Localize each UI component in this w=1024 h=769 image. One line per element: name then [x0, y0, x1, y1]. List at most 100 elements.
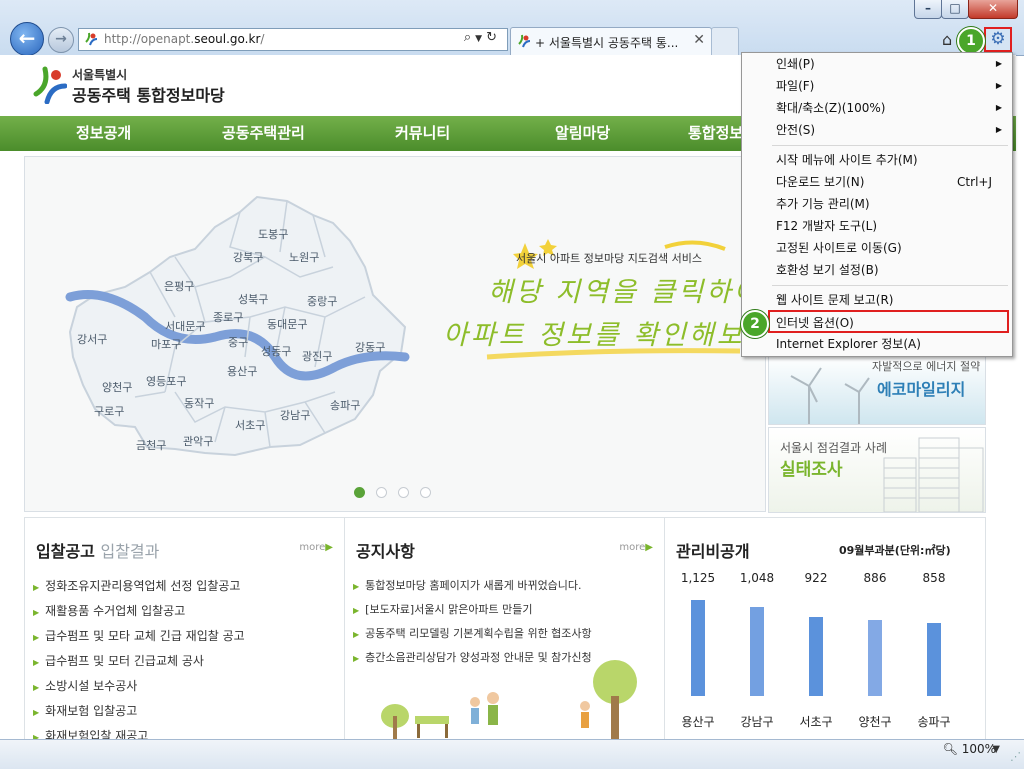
slide-dot-4[interactable] [420, 487, 431, 498]
menu-item-compat-view[interactable]: 호환성 보기 설정(B) [742, 259, 1012, 281]
district-label[interactable]: 도봉구 [258, 228, 288, 241]
home-icon[interactable]: ⌂ [942, 30, 952, 49]
refresh-icon[interactable]: ↻ [486, 30, 501, 45]
list-item-text[interactable]: 통합정보마당 홈페이지가 새롭게 바뀌었습니다. [365, 579, 581, 592]
list-item-text[interactable]: 공동주택 리모델링 기본계획수립을 위한 협조사항 [365, 627, 592, 640]
slide-dot-2[interactable] [376, 487, 387, 498]
back-button[interactable]: ← [10, 22, 44, 56]
district-label[interactable]: 은평구 [164, 280, 194, 293]
menu-item-go-to-pinned[interactable]: 고정된 사이트로 이동(G) [742, 237, 1012, 259]
list-item-text[interactable]: 화재보험 입찰공고 [45, 704, 137, 718]
list-item-text[interactable]: 소방시설 보수공사 [45, 679, 137, 693]
nav-community[interactable]: 커뮤니티 [395, 116, 450, 151]
district-label[interactable]: 동작구 [184, 397, 214, 410]
zoom-dropdown-icon[interactable]: ▼ [992, 744, 1000, 755]
resize-grip-icon[interactable]: ⋰ [1010, 750, 1021, 763]
district-label[interactable]: 양천구 [102, 380, 132, 394]
list-item[interactable]: ▶ 통합정보마당 홈페이지가 새롭게 바뀌었습니다. [353, 574, 592, 598]
bid-title-tab[interactable]: 입찰공고 [36, 542, 95, 561]
dropdown-icon[interactable]: ▼ [475, 34, 486, 44]
bar-category-label[interactable]: 양천구 [858, 714, 891, 729]
slide-dot-3[interactable] [398, 487, 409, 498]
seoul-logo-icon[interactable] [33, 66, 67, 104]
nav-notices[interactable]: 알림마당 [555, 116, 610, 151]
district-label[interactable]: 강북구 [233, 251, 263, 264]
bid-result-tab[interactable]: 입찰결과 [100, 542, 159, 561]
list-item-text[interactable]: 급수펌프 및 모타 교체 긴급 재입찰 공고 [45, 629, 245, 643]
list-item[interactable]: ▶ 급수펌프 및 모타 교체 긴급 재입찰 공고 [33, 624, 245, 649]
logo-site-name[interactable]: 공동주택 통합정보마당 [72, 82, 225, 106]
address-bar[interactable]: http://openapt.seoul.go.kr/ ⌕▼↻ [78, 28, 508, 51]
list-item[interactable]: ▶ 소방시설 보수공사 [33, 674, 245, 699]
district-label[interactable]: 종로구 [213, 311, 243, 324]
fee-bar[interactable] [868, 620, 882, 696]
district-label[interactable]: 중구 [228, 336, 248, 349]
district-label[interactable]: 노원구 [289, 251, 319, 264]
tools-gear-button[interactable]: ⚙ [984, 27, 1012, 52]
fee-bar[interactable] [809, 617, 823, 696]
district-label[interactable]: 송파구 [330, 399, 360, 412]
list-item[interactable]: ▶ 화재보험 입찰공고 [33, 699, 245, 724]
fee-board-title[interactable]: 관리비공개 [676, 538, 750, 562]
list-item-text[interactable]: 정화조유지관리용역업체 선정 입찰공고 [45, 579, 240, 593]
district-label[interactable]: 관악구 [183, 435, 213, 448]
list-item[interactable]: ▶ 공동주택 리모델링 기본계획수립을 위한 협조사항 [353, 622, 592, 646]
district-label[interactable]: 용산구 [227, 365, 257, 378]
menu-item-about-ie[interactable]: Internet Explorer 정보(A) [742, 333, 1012, 355]
list-item[interactable]: ▶ [보도자료]서울시 맑은아파트 만들기 [353, 598, 592, 622]
district-label[interactable]: 강남구 [280, 409, 310, 422]
district-label[interactable]: 성북구 [238, 293, 268, 306]
district-label[interactable]: 서대문구 [165, 320, 205, 333]
nav-integrated-info[interactable]: 통합정보 [688, 116, 743, 151]
district-label[interactable]: 구로구 [94, 405, 124, 418]
eco-mileage-title[interactable]: 에코마일리지 [877, 376, 965, 400]
menu-item-safety[interactable]: 안전(S) ▶ [742, 119, 1012, 141]
list-item-text[interactable]: 급수펌프 및 모터 긴급교체 공사 [45, 654, 204, 668]
district-label[interactable]: 영등포구 [146, 375, 186, 388]
menu-item-add-site-to-start[interactable]: 시작 메뉴에 사이트 추가(M) [742, 149, 1012, 171]
notice-board-title[interactable]: 공지사항 [356, 538, 415, 562]
slide-dot-1[interactable] [354, 487, 365, 498]
fee-bar[interactable] [691, 600, 705, 696]
menu-item-zoom[interactable]: 확대/축소(Z)(100%) ▶ [742, 97, 1012, 119]
list-item[interactable]: ▶ 정화조유지관리용역업체 선정 입찰공고 [33, 574, 245, 599]
district-label[interactable]: 금천구 [136, 438, 166, 452]
menu-item-view-downloads[interactable]: 다운로드 보기(N) Ctrl+J [742, 171, 1012, 193]
bar-category-label[interactable]: 송파구 [917, 715, 950, 729]
maximize-button[interactable]: □ [941, 0, 969, 19]
browser-tab[interactable]: + 서울특별시 공동주택 통... ✕ [510, 27, 712, 55]
forward-button[interactable]: → [48, 27, 74, 53]
notice-more-link[interactable]: more▶ [619, 542, 653, 553]
inspection-title[interactable]: 실태조사 [780, 455, 843, 480]
menu-item-report-problem[interactable]: 웹 사이트 문제 보고(R) [742, 289, 1012, 311]
zoom-level[interactable]: 🔍︎ 100% [943, 742, 996, 756]
district-label[interactable]: 서초구 [235, 419, 265, 432]
fee-bar[interactable] [927, 623, 941, 696]
menu-item-f12-devtools[interactable]: F12 개발자 도구(L) [742, 215, 1012, 237]
minimize-button[interactable]: – [914, 0, 942, 19]
close-tab-icon[interactable]: ✕ [693, 32, 705, 48]
close-window-button[interactable]: ✕ [968, 0, 1018, 19]
bar-category-label[interactable]: 용산구 [681, 715, 714, 729]
district-label[interactable]: 성동구 [261, 345, 291, 358]
district-label[interactable]: 중랑구 [307, 295, 337, 308]
menu-item-file[interactable]: 파일(F) ▶ [742, 75, 1012, 97]
list-item-text[interactable]: [보도자료]서울시 맑은아파트 만들기 [365, 603, 532, 616]
fee-bar[interactable] [750, 607, 764, 696]
bar-category-label[interactable]: 서초구 [799, 715, 832, 729]
menu-item-print[interactable]: 인쇄(P) ▶ [742, 53, 1012, 75]
district-label[interactable]: 광진구 [302, 350, 332, 363]
new-tab-button[interactable] [711, 27, 739, 55]
nav-info-disclosure[interactable]: 정보공개 [76, 116, 131, 151]
list-item[interactable]: ▶ 재활용품 수거업체 입찰공고 [33, 599, 245, 624]
district-label[interactable]: 동대문구 [267, 318, 307, 331]
bar-category-label[interactable]: 강남구 [740, 715, 773, 729]
district-label[interactable]: 마포구 [151, 338, 181, 351]
nav-housing-management[interactable]: 공동주택관리 [222, 116, 305, 151]
district-label[interactable]: 강동구 [355, 341, 385, 354]
district-label[interactable]: 강서구 [77, 333, 107, 346]
logo-city-text[interactable]: 서울특별시 [72, 66, 127, 83]
list-item-text[interactable]: 재활용품 수거업체 입찰공고 [45, 604, 185, 618]
search-icon[interactable]: ⌕ [464, 30, 475, 45]
bid-more-link[interactable]: more▶ [299, 542, 333, 553]
